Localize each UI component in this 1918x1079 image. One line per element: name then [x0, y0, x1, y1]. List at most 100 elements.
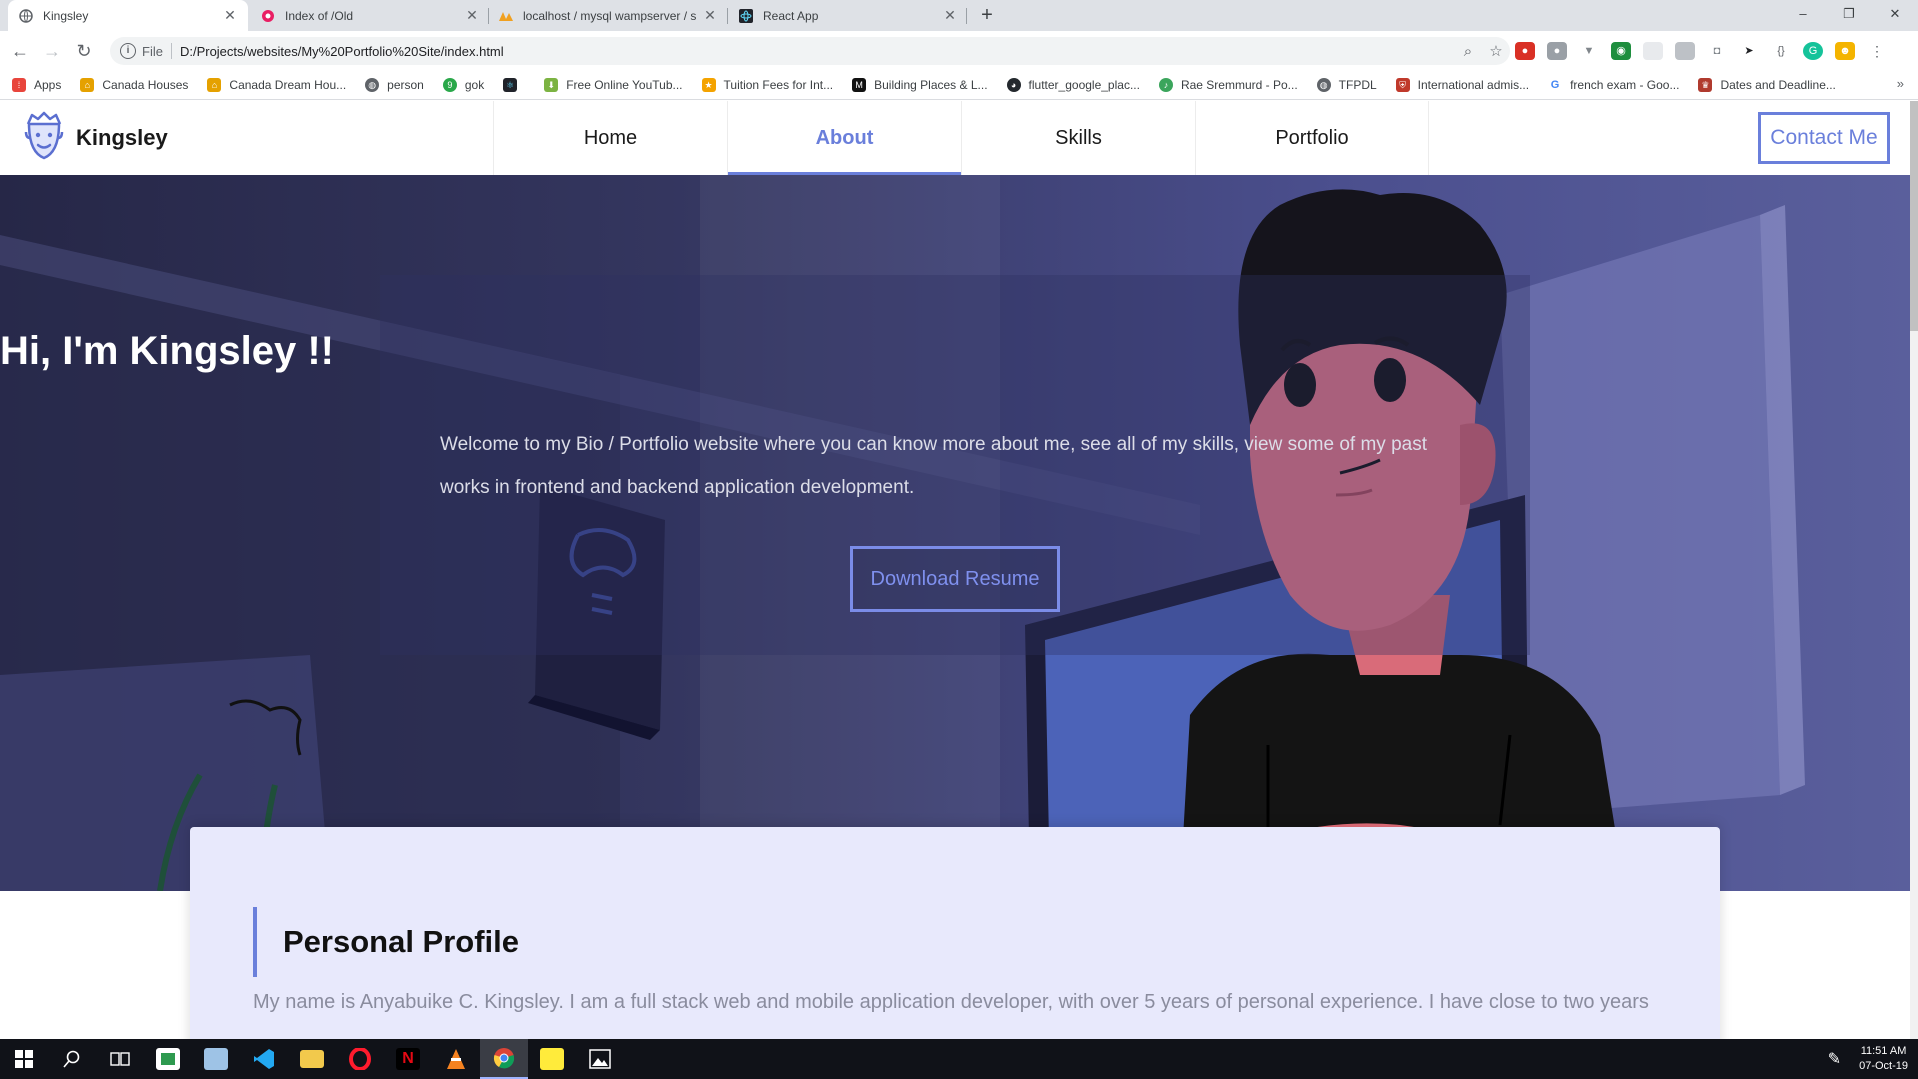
tab-kingsley[interactable]: Kingsley ✕ — [8, 0, 248, 31]
bookmark-international-admissions[interactable]: ⛨ International admis... — [1395, 77, 1529, 92]
pen-ink-icon[interactable]: ✎ — [1828, 1049, 1841, 1069]
brand-name: Kingsley — [76, 125, 168, 150]
adblock-extension-icon[interactable]: ● — [1515, 42, 1535, 60]
bookmark-canada-dream-houses[interactable]: ⌂ Canada Dream Hou... — [207, 77, 346, 92]
reload-icon[interactable]: ↻ — [72, 39, 96, 63]
minimize-button[interactable]: – — [1780, 0, 1826, 28]
bookmark-label: Rae Sremmurd - Po... — [1180, 77, 1298, 92]
chrome-icon[interactable] — [480, 1039, 528, 1079]
download-resume-button[interactable]: Download Resume — [850, 546, 1060, 612]
forward-arrow-icon[interactable]: → — [40, 39, 64, 63]
bookmark-react[interactable]: ⚛ — [503, 77, 525, 92]
pma-icon — [260, 8, 276, 24]
menu-kebab-icon[interactable]: ⋮ — [1867, 42, 1887, 60]
bookmark-label: gok — [464, 77, 485, 92]
nine-icon: 9 — [442, 77, 457, 92]
extension-icon[interactable] — [1643, 42, 1663, 60]
green-app-icon[interactable] — [144, 1039, 192, 1079]
system-clock[interactable]: 11:51 AM 07-Oct-19 — [1859, 1044, 1908, 1074]
bookmark-french-exam[interactable]: Gfrench exam - Goo... — [1548, 77, 1679, 92]
extension-icon[interactable]: ● — [1547, 42, 1567, 60]
bookmark-rae-sremmurd[interactable]: ♪ Rae Sremmurd - Po... — [1158, 77, 1298, 92]
globe-icon — [18, 8, 34, 24]
bookmark-label: Free Online YouTub... — [566, 77, 683, 92]
page-viewport: Kingsley Home About Skills Portfolio Con… — [0, 101, 1918, 1039]
task-view-icon[interactable] — [96, 1039, 144, 1079]
close-icon[interactable]: ✕ — [464, 7, 480, 24]
bookmarks-overflow-button[interactable]: » — [1897, 76, 1904, 91]
address-bar[interactable]: i File D:/Projects/websites/My%20Portfol… — [110, 37, 1510, 65]
contact-me-button[interactable]: Contact Me — [1758, 112, 1890, 164]
url-text[interactable]: D:/Projects/websites/My%20Portfolio%20Si… — [180, 44, 504, 59]
netflix-icon[interactable]: N — [384, 1039, 432, 1079]
file-explorer-icon[interactable] — [288, 1039, 336, 1079]
tab-separator — [966, 8, 967, 24]
maximize-button[interactable]: ❐ — [1826, 0, 1872, 28]
house-icon: ⌂ — [207, 77, 222, 92]
bookmark-dates-and-deadlines[interactable]: ♛ Dates and Deadline... — [1698, 77, 1836, 92]
google-icon: G — [1548, 77, 1563, 92]
system-tray: ✎ 11:51 AM 07-Oct-19 — [1828, 1039, 1908, 1079]
page-scrollbar[interactable] — [1910, 101, 1918, 1039]
close-icon[interactable]: ✕ — [222, 7, 238, 24]
github-icon: ◕ — [1006, 77, 1021, 92]
hero-section: Hi, I'm Kingsley !! Welcome to my Bio / … — [0, 175, 1910, 891]
react-icon — [738, 8, 754, 24]
nav-skills[interactable]: Skills — [961, 101, 1195, 175]
site-navbar: Kingsley Home About Skills Portfolio Con… — [0, 101, 1910, 175]
nav-home[interactable]: Home — [493, 101, 727, 175]
globe-extension-icon[interactable]: ◉ — [1611, 42, 1631, 60]
bookmark-free-online-youtube[interactable]: ⬇ Free Online YouTub... — [544, 77, 683, 92]
tab-title: Index of /Old — [285, 8, 354, 23]
pdf-extension-icon[interactable] — [1675, 42, 1695, 60]
scrollbar-thumb[interactable] — [1910, 101, 1918, 331]
phpmyadmin-icon — [498, 8, 514, 24]
notepad-icon[interactable] — [192, 1039, 240, 1079]
bookmark-gok[interactable]: 9 gok — [442, 77, 485, 92]
brand[interactable]: Kingsley — [0, 101, 493, 175]
tab-phpmyadmin[interactable]: localhost / mysql wampserver / s ✕ — [488, 0, 728, 31]
tab-title: localhost / mysql wampserver / s — [523, 8, 697, 23]
back-arrow-icon[interactable]: ← — [8, 39, 32, 63]
personal-profile-card: Personal Profile My name is Anyabuike C.… — [190, 827, 1720, 1039]
bookmark-apps[interactable]: ⁞ Apps — [12, 77, 61, 92]
info-icon[interactable]: i — [120, 43, 136, 59]
windows-start-icon[interactable] — [0, 1039, 48, 1079]
bookmark-label: person — [387, 77, 424, 92]
bookmark-label: Canada Houses — [102, 77, 189, 92]
bookmark-person[interactable]: ◍ person — [365, 77, 424, 92]
bookmark-label: Building Places & L... — [874, 77, 988, 92]
vlc-icon[interactable] — [432, 1039, 480, 1079]
bookmark-flutter-google-places[interactable]: ◕ flutter_google_plac... — [1006, 77, 1140, 92]
cursor-extension-icon[interactable]: ➤ — [1739, 42, 1759, 60]
bookmark-tfpdl[interactable]: ◍ TFPDL — [1316, 77, 1377, 92]
new-tab-button[interactable]: + — [975, 3, 999, 27]
photos-icon[interactable] — [576, 1039, 624, 1079]
bookmark-tuition-fees[interactable]: ★ Tuition Fees for Int... — [701, 77, 833, 92]
tab-index-of-old[interactable]: Index of /Old ✕ — [250, 0, 490, 31]
close-icon[interactable]: ✕ — [702, 7, 718, 24]
sticky-notes-icon[interactable] — [528, 1039, 576, 1079]
opera-icon[interactable] — [336, 1039, 384, 1079]
grammarly-extension-icon[interactable]: G — [1803, 42, 1823, 60]
profile-avatar-icon[interactable]: ☻ — [1835, 42, 1855, 60]
close-window-button[interactable]: ✕ — [1872, 0, 1918, 28]
vuejs-extension-icon[interactable]: ▼ — [1579, 42, 1599, 60]
close-icon[interactable]: ✕ — [942, 7, 958, 24]
tab-react-app[interactable]: React App ✕ — [728, 0, 968, 31]
bookmark-canada-houses[interactable]: ⌂ Canada Houses — [80, 77, 189, 92]
bookmark-building-places[interactable]: M Building Places & L... — [852, 77, 988, 92]
code-extension-icon[interactable]: {} — [1771, 42, 1791, 60]
windows-taskbar: N ✎ 11:51 AM 07-Oct-19 — [0, 1039, 1918, 1079]
search-icon[interactable] — [48, 1039, 96, 1079]
react-icon: ⚛ — [503, 77, 518, 92]
bookmark-star-icon[interactable]: ☆ — [1482, 42, 1510, 60]
vscode-icon[interactable] — [240, 1039, 288, 1079]
zoom-icon[interactable]: ⌕ — [1454, 43, 1482, 60]
star-badge-icon: ★ — [701, 77, 716, 92]
shield-crest-icon: ⛨ — [1395, 77, 1410, 92]
nav-portfolio[interactable]: Portfolio — [1195, 101, 1429, 175]
nav-about[interactable]: About — [727, 101, 961, 175]
camera-extension-icon[interactable]: ◘ — [1707, 42, 1727, 60]
browser-tab-strip: Kingsley ✕ Index of /Old ✕ localhost / m… — [0, 0, 1918, 31]
